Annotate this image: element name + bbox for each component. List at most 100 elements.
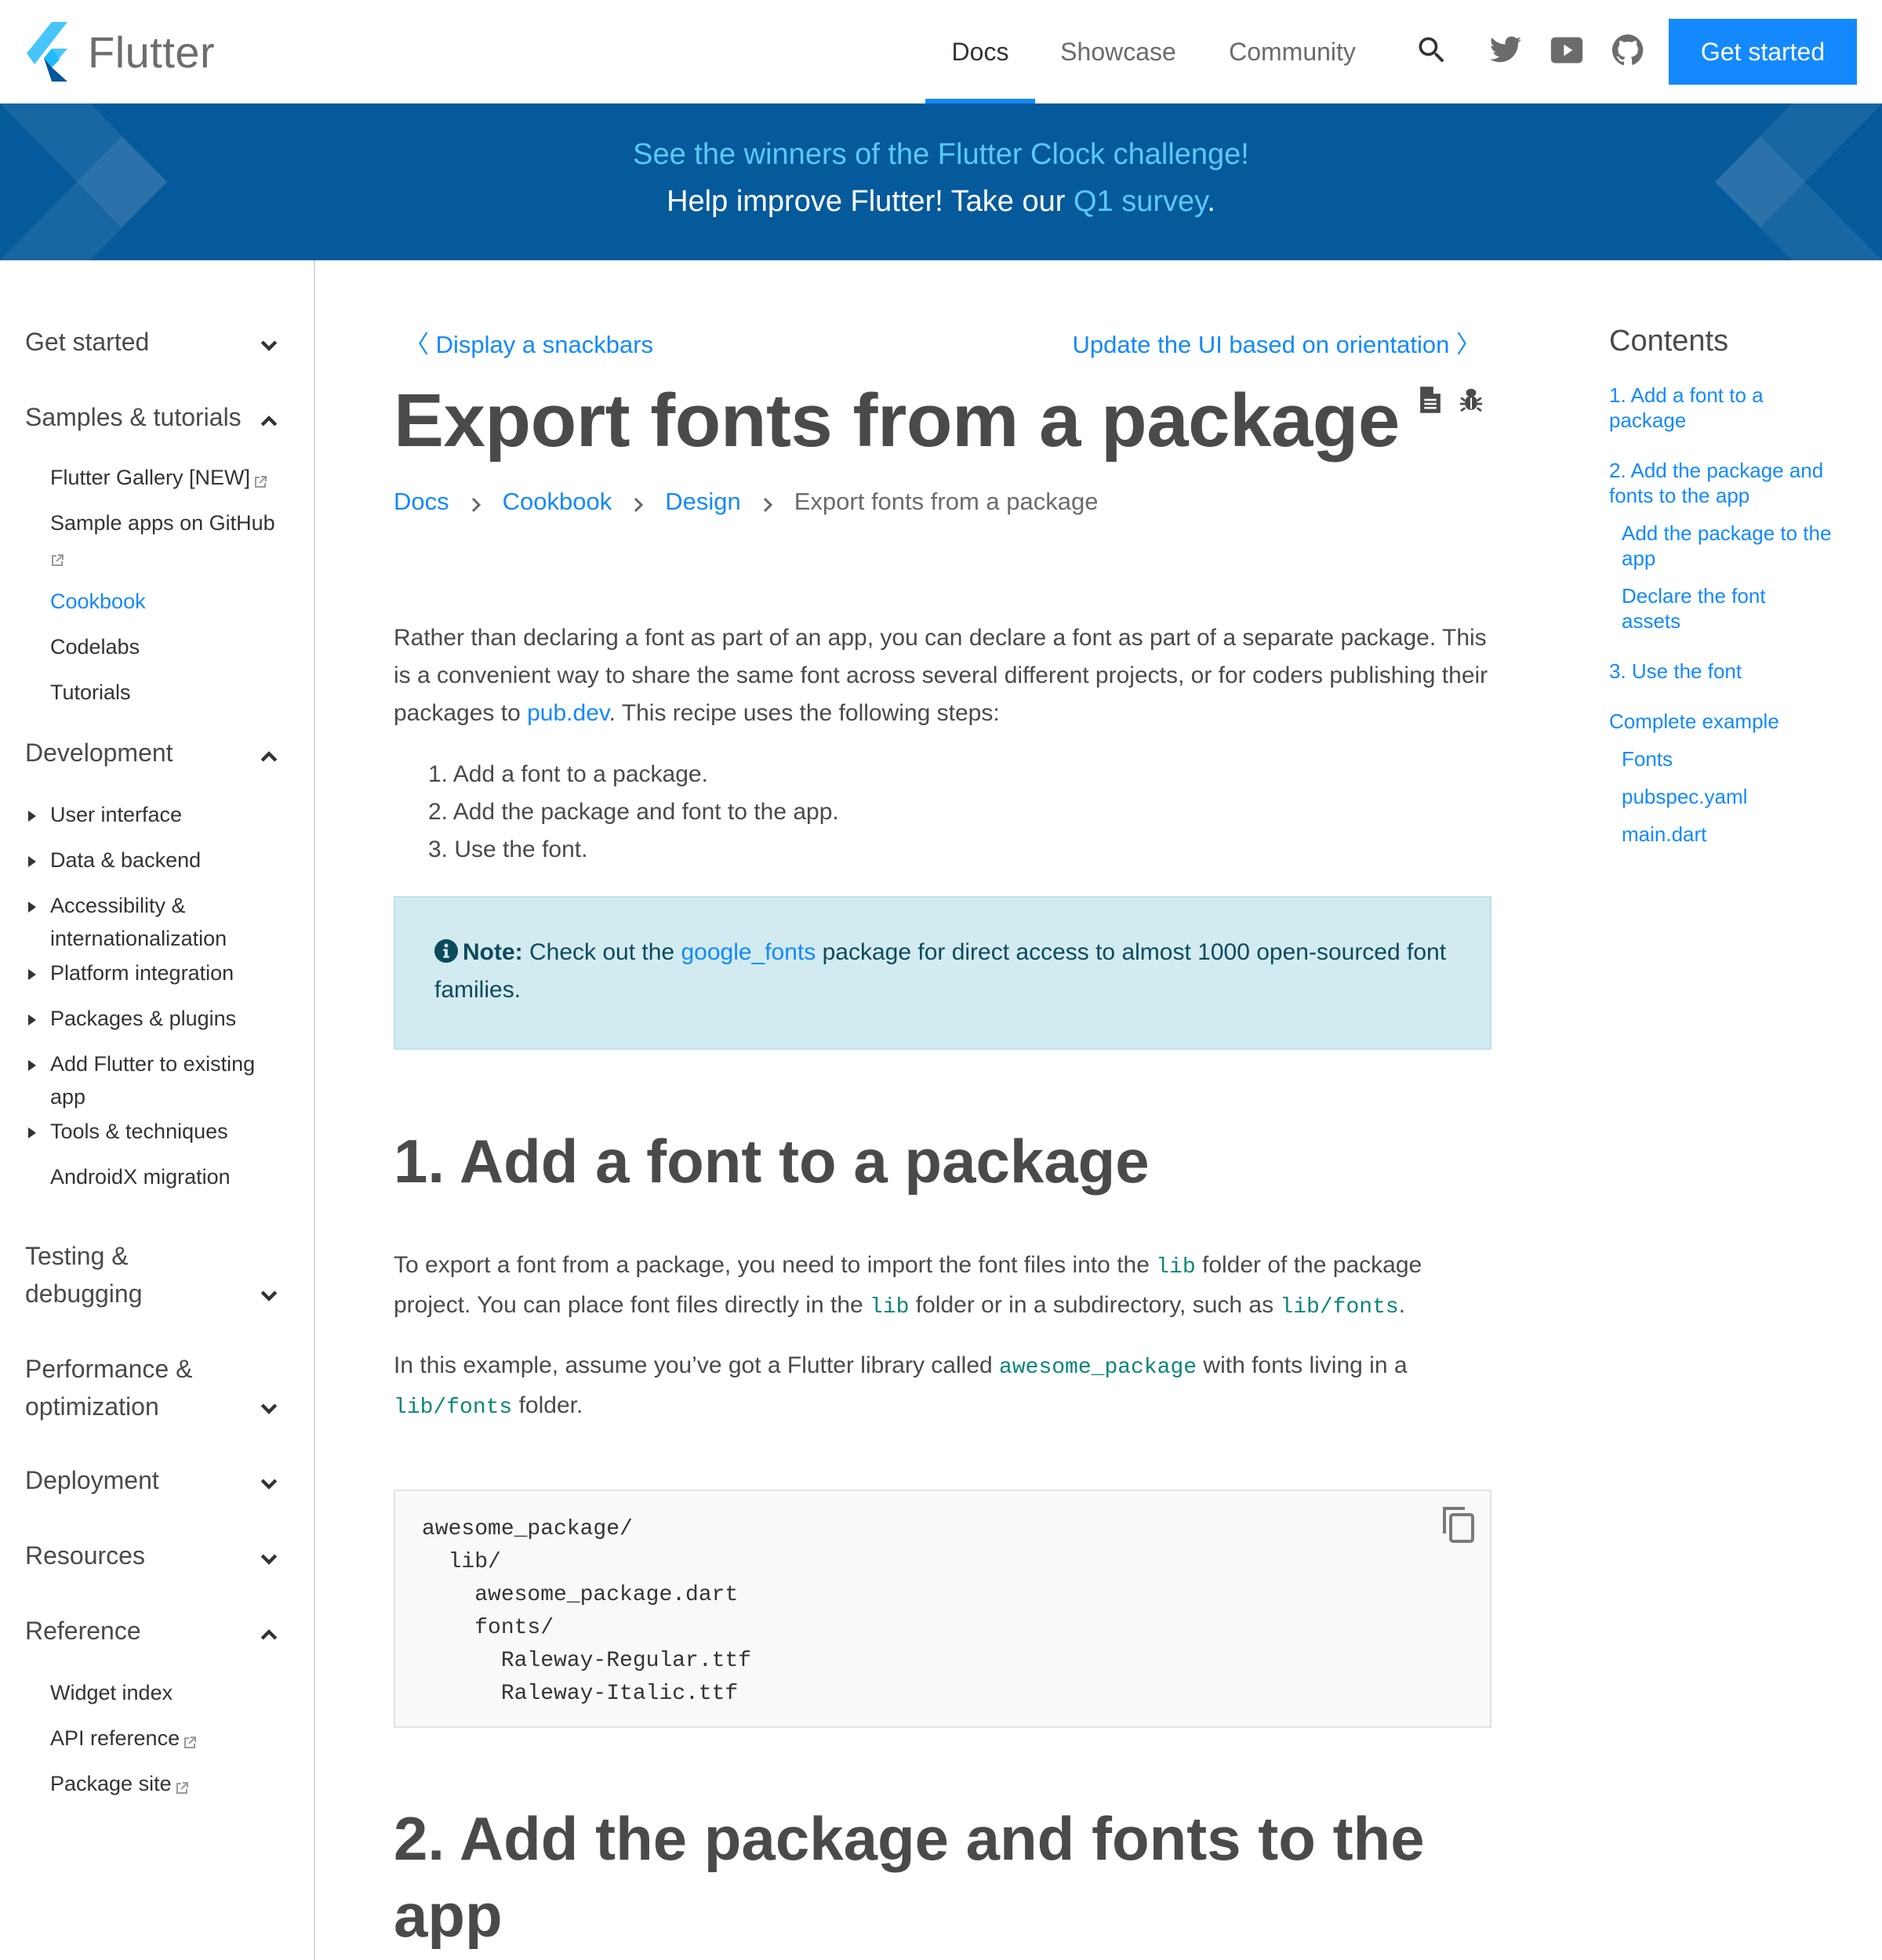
- external-link-icon: [50, 544, 64, 566]
- toc-item[interactable]: Fonts: [1622, 746, 1873, 771]
- section-heading: 1. Add a font to a package: [394, 1127, 1150, 1196]
- chevron-right-icon: [470, 492, 482, 513]
- expand-arrow-icon[interactable]: [27, 809, 38, 823]
- breadcrumb-design[interactable]: Design: [665, 488, 741, 516]
- clock-challenge-link[interactable]: See the winners of the Flutter Clock cha…: [633, 138, 1249, 171]
- sidebar-item-sample-apps[interactable]: Sample apps on GitHub: [50, 506, 293, 572]
- nav-showcase[interactable]: Showcase: [1049, 0, 1187, 103]
- chevron-left-icon: 〈: [405, 331, 436, 358]
- nav-community[interactable]: Community: [1215, 0, 1369, 103]
- left-sidebar: Get started Samples & tutorials Flutter …: [0, 260, 315, 1960]
- intro-paragraph: Rather than declaring a font as part of …: [394, 625, 1488, 726]
- google-fonts-link[interactable]: google_fonts: [681, 939, 816, 965]
- expand-arrow-icon[interactable]: [27, 855, 38, 869]
- sidebar-section-reference[interactable]: Reference: [25, 1612, 284, 1650]
- breadcrumb-cookbook[interactable]: Cookbook: [503, 488, 612, 516]
- note-label: Note:: [463, 939, 523, 965]
- chevron-down-icon[interactable]: [257, 1397, 281, 1421]
- code-block: awesome_package/ lib/ awesome_package.da…: [394, 1490, 1491, 1728]
- chevron-down-icon[interactable]: [257, 1548, 281, 1571]
- toc-item[interactable]: main.dart: [1622, 822, 1873, 847]
- sidebar-section-resources[interactable]: Resources: [25, 1537, 284, 1574]
- banner-decoration-right: [1715, 103, 1882, 260]
- search-icon[interactable]: [1413, 31, 1451, 69]
- sidebar-item-codelabs[interactable]: Codelabs: [50, 630, 293, 663]
- sidebar-item-accessibility[interactable]: Accessibility & internationalization: [50, 889, 293, 955]
- sidebar-section-performance[interactable]: Performance & optimization: [25, 1350, 229, 1425]
- sidebar-item-cookbook[interactable]: Cookbook: [50, 585, 293, 618]
- expand-arrow-icon[interactable]: [27, 967, 38, 982]
- toc-item[interactable]: Complete example: [1609, 709, 1860, 734]
- toc-item[interactable]: 2. Add the package and fonts to the app: [1609, 458, 1860, 508]
- toc-item[interactable]: pubspec.yaml: [1622, 784, 1873, 809]
- chevron-up-icon[interactable]: [257, 745, 281, 768]
- steps-list: 1. Add a font to a package. 2. Add the p…: [428, 756, 839, 869]
- sidebar-item-user-interface[interactable]: User interface: [50, 798, 293, 831]
- sidebar-item-data-backend[interactable]: Data & backend: [50, 844, 293, 877]
- expand-arrow-icon[interactable]: [27, 900, 38, 914]
- prev-page-link[interactable]: 〈 Display a snackbars: [405, 325, 653, 360]
- section-heading: 2. Add the package and fonts to the app: [394, 1804, 1425, 1950]
- survey-message: Help improve Flutter! Take our Q1 survey…: [667, 185, 1215, 218]
- flutter-logo-icon: [27, 22, 67, 82]
- next-page-link[interactable]: Update the UI based on orientation 〉: [1073, 325, 1481, 360]
- sidebar-item-add-to-app[interactable]: Add Flutter to existing app: [50, 1047, 293, 1113]
- pub-dev-link[interactable]: pub.dev: [527, 700, 609, 726]
- survey-link[interactable]: Q1 survey: [1074, 185, 1207, 218]
- toc-item[interactable]: 3. Use the font: [1609, 659, 1860, 684]
- breadcrumb-docs[interactable]: Docs: [394, 488, 449, 516]
- info-icon: [434, 939, 458, 963]
- chevron-up-icon[interactable]: [257, 409, 281, 433]
- sidebar-item-package-site[interactable]: Package site: [50, 1767, 293, 1800]
- code-content: awesome_package/ lib/ awesome_package.da…: [422, 1517, 752, 1706]
- flutter-logo-link[interactable]: Flutter: [24, 22, 215, 82]
- announcement-banner: See the winners of the Flutter Clock cha…: [0, 103, 1882, 260]
- chevron-down-icon[interactable]: [257, 334, 281, 358]
- toc-item[interactable]: 1. Add a font to a package: [1609, 383, 1805, 433]
- sidebar-section-get-started[interactable]: Get started: [25, 323, 284, 361]
- chevron-up-icon[interactable]: [257, 1623, 281, 1646]
- twitter-icon[interactable]: [1487, 31, 1524, 69]
- section1-paragraph-2: In this example, assume you’ve got a Flu…: [394, 1352, 1408, 1420]
- sidebar-item-api-reference[interactable]: API reference: [50, 1722, 293, 1755]
- youtube-icon[interactable]: [1548, 31, 1586, 69]
- chevron-down-icon[interactable]: [257, 1284, 281, 1308]
- sidebar-section-development[interactable]: Development: [25, 734, 284, 771]
- get-started-button[interactable]: Get started: [1669, 19, 1857, 85]
- toc-item[interactable]: Declare the font assets: [1622, 583, 1802, 633]
- step-item: 1. Add a font to a package.: [428, 761, 708, 787]
- expand-arrow-icon[interactable]: [27, 1013, 38, 1027]
- external-link-icon: [175, 1772, 189, 1794]
- sidebar-section-deployment[interactable]: Deployment: [25, 1461, 284, 1499]
- sidebar-item-tools-techniques[interactable]: Tools & techniques: [50, 1115, 293, 1148]
- sidebar-section-testing-debugging[interactable]: Testing & debugging: [25, 1237, 198, 1312]
- section1-paragraph-1: To export a font from a package, you nee…: [394, 1252, 1422, 1319]
- copy-icon[interactable]: [1441, 1505, 1476, 1544]
- external-link-icon: [253, 466, 267, 488]
- expand-arrow-icon[interactable]: [27, 1058, 38, 1073]
- sidebar-item-platform-integration[interactable]: Platform integration: [50, 956, 293, 989]
- chevron-right-icon: [761, 492, 774, 513]
- sidebar-item-flutter-gallery[interactable]: Flutter Gallery [NEW]: [50, 461, 293, 494]
- chevron-down-icon[interactable]: [257, 1472, 281, 1496]
- toc-item[interactable]: Add the package to the app: [1622, 521, 1833, 571]
- bug-icon[interactable]: [1459, 386, 1484, 418]
- sidebar-section-samples-tutorials[interactable]: Samples & tutorials: [25, 398, 284, 436]
- sidebar-item-widget-index[interactable]: Widget index: [50, 1676, 293, 1709]
- document-icon[interactable]: [1418, 386, 1443, 418]
- sidebar-item-tutorials[interactable]: Tutorials: [50, 676, 293, 709]
- inline-code: lib/fonts: [394, 1396, 513, 1420]
- top-header: Flutter Docs Showcase Community Get star…: [0, 0, 1882, 103]
- step-item: 2. Add the package and font to the app.: [428, 799, 839, 825]
- expand-arrow-icon[interactable]: [27, 1126, 38, 1140]
- sidebar-item-androidx-migration[interactable]: AndroidX migration: [50, 1160, 293, 1193]
- github-icon[interactable]: [1609, 31, 1647, 69]
- inline-code: lib: [870, 1295, 910, 1319]
- breadcrumb-current: Export fonts from a package: [794, 488, 1099, 515]
- logo-text: Flutter: [88, 27, 216, 77]
- breadcrumb: Docs Cookbook Design Export fonts from a…: [394, 488, 1098, 516]
- inline-code: lib: [1156, 1255, 1196, 1279]
- inline-code: awesome_package: [999, 1356, 1197, 1380]
- sidebar-item-packages-plugins[interactable]: Packages & plugins: [50, 1002, 293, 1035]
- nav-docs[interactable]: Docs: [925, 0, 1035, 103]
